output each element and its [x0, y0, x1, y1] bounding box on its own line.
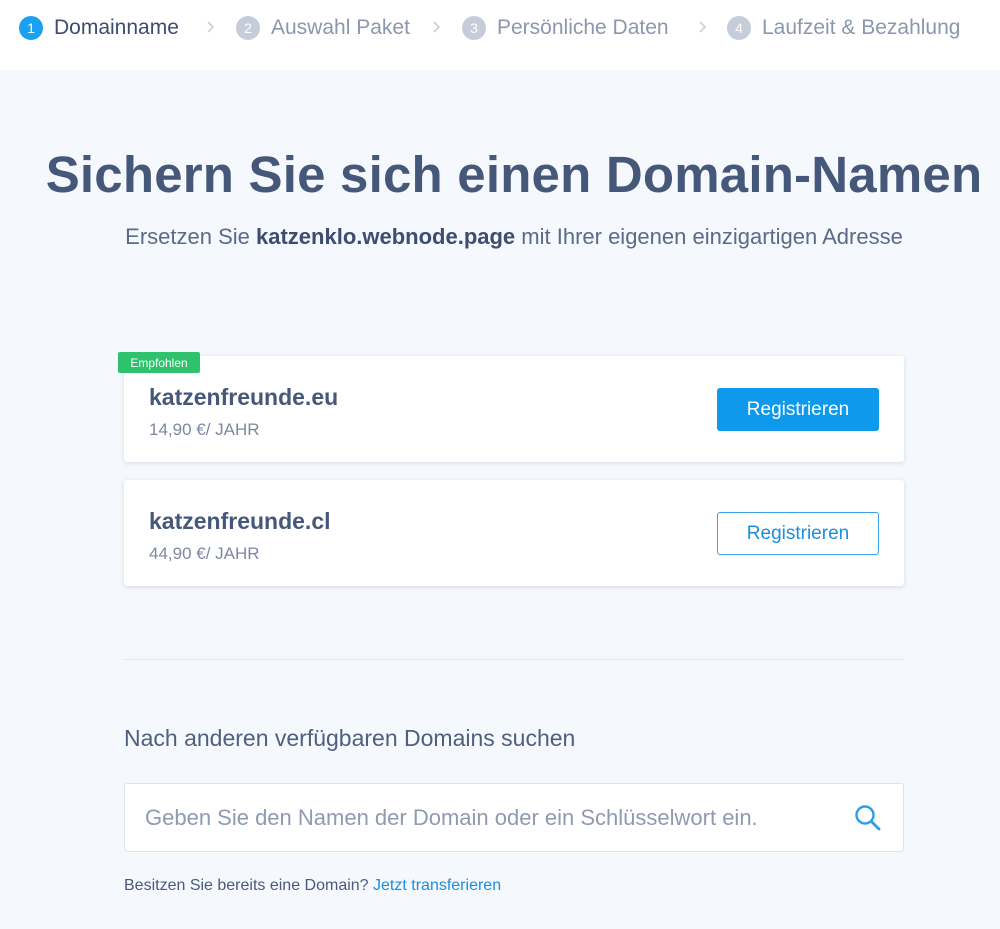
step-number-4: 4	[727, 16, 751, 40]
current-domain: katzenklo.webnode.page	[256, 224, 516, 249]
transfer-text: Besitzen Sie bereits eine Domain?	[124, 877, 374, 894]
step-number-2: 2	[236, 16, 260, 40]
transfer-link[interactable]: Jetzt transferieren	[373, 877, 501, 894]
offer-domain-name: katzenfreunde.eu	[149, 384, 339, 410]
page-subtitle: Ersetzen Sie katzenklo.webnode.page mit …	[0, 224, 1000, 250]
offer-price: 44,90 €/ JAHR	[149, 544, 260, 563]
step-label-auswahl-paket: Auswahl Paket	[271, 16, 410, 39]
chevron-right-icon	[207, 21, 215, 33]
step-domainname[interactable]: 1 Domainname	[19, 0, 179, 56]
transfer-hint: Besitzen Sie bereits eine Domain? Jetzt …	[124, 877, 501, 895]
subtitle-prefix: Ersetzen Sie	[125, 224, 256, 249]
checkout-stepper: 1 Domainname 2 Auswahl Paket 3 Persönlic…	[0, 0, 1000, 70]
search-heading: Nach anderen verfügbaren Domains suchen	[124, 725, 576, 751]
domain-search-input[interactable]	[145, 784, 835, 851]
step-auswahl-paket[interactable]: 2 Auswahl Paket	[236, 0, 410, 56]
offer-price: 14,90 €/ JAHR	[149, 420, 260, 439]
step-label-persoenliche-daten: Persönliche Daten	[497, 16, 669, 39]
register-button[interactable]: Registrieren	[717, 512, 879, 555]
section-divider	[124, 659, 904, 660]
step-label-domainname: Domainname	[54, 16, 179, 39]
chevron-right-icon	[699, 21, 707, 33]
page-title: Sichern Sie sich einen Domain-Namen	[45, 146, 983, 203]
offer-domain-name: katzenfreunde.cl	[149, 508, 331, 534]
step-laufzeit-bezahlung[interactable]: 4 Laufzeit & Bezahlung	[727, 0, 960, 56]
step-persoenliche-daten[interactable]: 3 Persönliche Daten	[462, 0, 669, 56]
subtitle-suffix: mit Ihrer eigenen einzigartigen Adresse	[515, 224, 903, 249]
step-label-laufzeit-bezahlung: Laufzeit & Bezahlung	[762, 16, 961, 39]
recommended-badge: Empfohlen	[118, 352, 200, 373]
register-button[interactable]: Registrieren	[717, 388, 879, 431]
step-number-1: 1	[19, 16, 43, 40]
search-icon[interactable]	[853, 803, 883, 833]
domain-search-box	[124, 783, 904, 852]
domain-offer-card: katzenfreunde.eu 14,90 €/ JAHR Registrie…	[124, 356, 904, 462]
chevron-right-icon	[433, 21, 441, 33]
step-number-3: 3	[462, 16, 486, 40]
domain-offer-card: katzenfreunde.cl 44,90 €/ JAHR Registrie…	[124, 480, 904, 586]
